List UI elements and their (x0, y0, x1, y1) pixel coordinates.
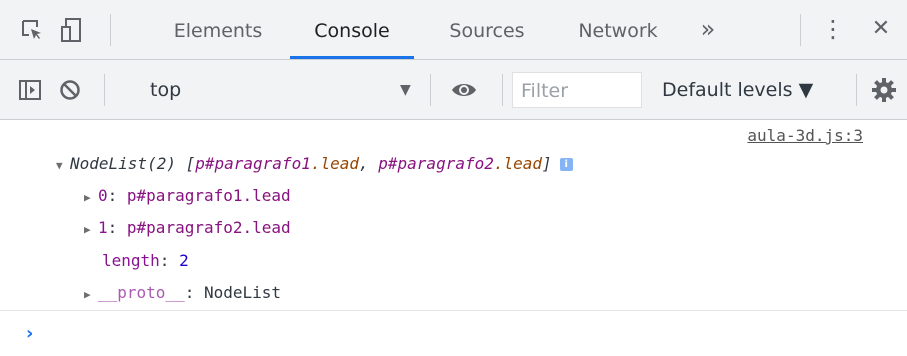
clear-console-icon (60, 80, 80, 100)
close-icon: ✕ (871, 16, 891, 41)
nodelist-item1-class: .lead (310, 154, 359, 173)
entry-key: 0 (98, 186, 108, 205)
expand-triangle-icon[interactable]: ▶ (84, 288, 98, 301)
expand-triangle-icon[interactable]: ▶ (84, 223, 98, 236)
more-tabs-button[interactable]: » (690, 0, 726, 59)
toolbar-separator-2 (430, 74, 431, 106)
nodelist-item2-class: .lead (493, 154, 543, 173)
chevron-down-icon: ▼ (400, 82, 411, 98)
list-item[interactable]: ▶ 0: p#paragrafo1.lead (84, 186, 291, 205)
console-prompt-row[interactable]: › (0, 310, 907, 356)
toolbar-separator-1 (104, 74, 105, 106)
execution-context-select[interactable]: top ▼ (110, 60, 430, 120)
clear-console-button[interactable] (54, 74, 86, 106)
nodelist-suffix: ] (542, 154, 552, 173)
show-sidebar-button[interactable] (14, 74, 46, 106)
tab-elements-label: Elements (173, 20, 263, 42)
inspect-element-icon[interactable] (16, 14, 48, 46)
proto-key: __proto__ (98, 283, 185, 302)
proto-property[interactable]: ▶ __proto__: NodeList (84, 283, 281, 302)
filter-input[interactable]: Filter (512, 72, 642, 108)
device-toolbar-icon[interactable] (56, 14, 88, 46)
devtools-tab-bar: Elements Console Sources Network » ⋮ ✕ (0, 0, 907, 60)
length-value: 2 (179, 251, 189, 270)
prompt-chevron-icon: › (26, 323, 34, 344)
nodelist-prefix: NodeList(2) [ (70, 154, 196, 173)
live-expression-button[interactable] (446, 74, 482, 106)
list-item[interactable]: ▶ 1: p#paragrafo2.lead (84, 218, 291, 237)
tab-console[interactable]: Console (290, 0, 414, 59)
close-devtools-button[interactable]: ✕ (866, 0, 896, 59)
length-property: length: 2 (102, 251, 189, 270)
tab-sources[interactable]: Sources (430, 0, 544, 59)
info-icon[interactable]: i (559, 158, 573, 171)
console-settings-button[interactable] (866, 74, 902, 106)
tab-console-label: Console (314, 20, 390, 42)
eye-icon (452, 84, 476, 96)
console-toolbar: top ▼ Filter Default levels ▼ (0, 60, 907, 120)
tab-sources-label: Sources (449, 20, 525, 42)
active-tab-indicator (290, 56, 414, 59)
nodelist-item1-tag: p#paragrafo1 (195, 154, 311, 173)
nodelist-separator: , (359, 154, 379, 173)
toolbar-separator-3 (502, 74, 503, 106)
toolbar-separator-4 (856, 74, 857, 106)
length-key: length (102, 251, 160, 270)
customize-menu-button[interactable]: ⋮ (818, 0, 848, 59)
log-levels-dropdown[interactable]: Default levels ▼ (662, 60, 813, 120)
tab-network[interactable]: Network (562, 0, 674, 59)
execution-context-value: top (150, 79, 182, 101)
entry-key: 1 (98, 218, 108, 237)
expand-triangle-icon[interactable]: ▼ (56, 159, 70, 172)
chevron-double-right-icon: » (700, 15, 716, 43)
gear-icon (872, 78, 896, 102)
kebab-menu-icon: ⋮ (821, 15, 845, 43)
sidebar-toggle-icon (19, 80, 41, 100)
nodelist-summary[interactable]: ▼ NodeList(2) [p#paragrafo1.lead, p#parag… (56, 154, 573, 173)
nodelist-item2-tag: p#paragrafo2 (378, 154, 494, 173)
entry-value: p#paragrafo1.lead (126, 186, 291, 205)
tab-network-label: Network (578, 20, 658, 42)
source-link[interactable]: aula-3d.js:3 (747, 126, 863, 145)
expand-triangle-icon[interactable]: ▶ (84, 191, 98, 204)
tabbar-separator-right (800, 14, 801, 46)
tab-elements[interactable]: Elements (158, 0, 278, 59)
entry-value: p#paragrafo2.lead (126, 218, 291, 237)
proto-value: NodeList (203, 283, 282, 302)
filter-placeholder: Filter (521, 80, 569, 102)
tabbar-separator (110, 14, 111, 46)
